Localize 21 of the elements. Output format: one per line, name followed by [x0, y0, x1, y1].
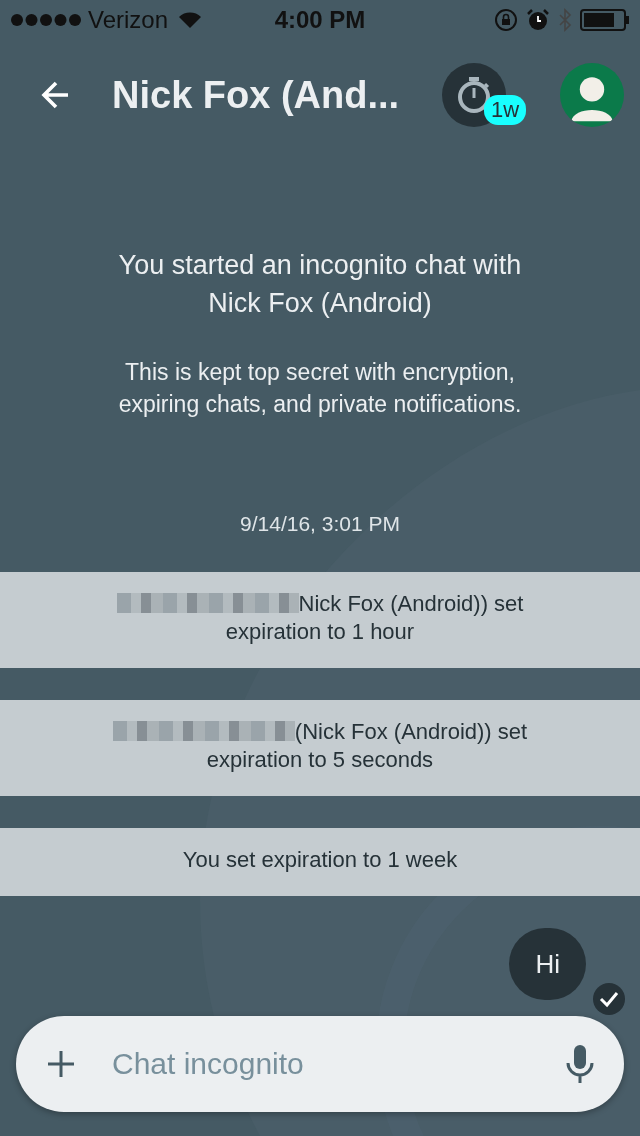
signal-icon — [10, 13, 82, 27]
intro-subtitle: This is kept top secret with encryption, expiring chats, and private notifications. — [117, 358, 523, 419]
alarm-icon — [526, 8, 550, 32]
rotation-lock-icon — [494, 8, 518, 32]
battery-icon — [580, 9, 630, 31]
bluetooth-icon — [558, 8, 572, 32]
status-time: 4:00 PM — [274, 6, 366, 34]
wifi-icon — [178, 11, 203, 29]
carrier-name: Verizon — [88, 6, 169, 34]
message-bubble: Hi — [509, 928, 586, 1000]
notice-text: (Nick Fox (Android)) set expiration to 5 seconds — [206, 719, 528, 772]
date-label: 9/14/16, 3:01 PM — [240, 512, 400, 535]
timer-badge: 1w — [484, 95, 527, 125]
intro-title: You started an incognito chat with Nick Fox (Android) — [117, 249, 523, 320]
plus-icon[interactable] — [46, 1049, 76, 1079]
chat-title: Nick Fox (And... — [112, 73, 401, 117]
message-input[interactable]: Chat incognito — [110, 1046, 566, 1082]
notice-text: Nick Fox (Android)) set expiration to 1 hour — [225, 591, 524, 644]
notice-text: You set expiration to 1 week — [182, 847, 458, 872]
microphone-icon[interactable] — [566, 1044, 594, 1084]
message-field[interactable]: Chat incognito — [16, 1016, 624, 1112]
